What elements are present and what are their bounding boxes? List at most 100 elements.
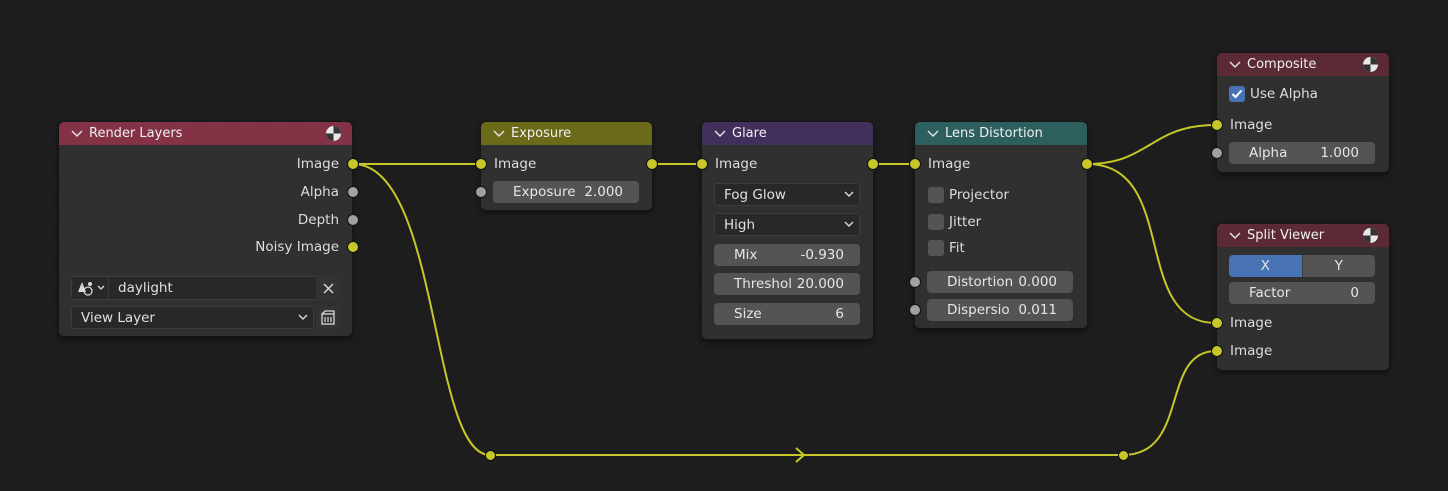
- view-layer-dropdown[interactable]: View Layer: [71, 306, 314, 329]
- scene-selector[interactable]: daylight: [71, 276, 340, 300]
- link-render-reroute: [352, 163, 491, 456]
- composite-node[interactable]: Composite Use Alpha Image Alpha 1.000: [1217, 53, 1389, 172]
- scene-name[interactable]: daylight: [118, 278, 173, 298]
- threshold-value: 20.000: [796, 276, 844, 292]
- alpha-value: 1.000: [1320, 145, 1359, 161]
- glare-quality-value: High: [724, 216, 756, 233]
- view-layer-name: View Layer: [81, 309, 155, 326]
- link-direction-arrow: [795, 447, 806, 463]
- split-viewer-node[interactable]: Split Viewer X Y Factor 0 Image Image: [1217, 224, 1389, 370]
- node-title: Glare: [732, 126, 767, 141]
- chevron-down-icon: [298, 314, 308, 320]
- dispersion-field[interactable]: Dispersio 0.011: [927, 299, 1073, 321]
- input-image-2-label: Image: [1230, 343, 1273, 359]
- alpha-label: Alpha: [1249, 145, 1288, 161]
- input-image-label: Image: [1230, 117, 1273, 133]
- split-viewer-header[interactable]: Split Viewer: [1217, 224, 1389, 247]
- input-image-1-label: Image: [1230, 315, 1273, 331]
- output-depth-label: Depth: [297, 212, 339, 228]
- mix-field[interactable]: Mix -0.930: [714, 244, 860, 266]
- glare-node[interactable]: Glare Image Fog Glow High Mix -0.930 Thr…: [702, 122, 873, 339]
- output-node-icon: [1363, 228, 1378, 243]
- chevron-down-icon[interactable]: [714, 129, 728, 138]
- chevron-down-icon[interactable]: [927, 129, 941, 138]
- lens-image-in-socket[interactable]: [910, 159, 920, 169]
- lens-dispersion-socket[interactable]: [910, 305, 920, 315]
- glare-image-out-socket[interactable]: [868, 159, 878, 169]
- output-node-icon: [326, 126, 341, 141]
- jitter-checkbox[interactable]: [928, 214, 944, 230]
- exposure-value: 2.000: [584, 184, 623, 200]
- output-node-icon: [1363, 57, 1378, 72]
- output-image-label: Image: [296, 156, 339, 172]
- size-value: 6: [835, 306, 844, 322]
- size-field[interactable]: Size 6: [714, 303, 860, 325]
- dispersion-label: Dispersio: [947, 302, 1010, 318]
- render-layers-node[interactable]: Render Layers Image Alpha Depth Noisy Im…: [59, 122, 352, 336]
- exposure-header[interactable]: Exposure: [481, 122, 652, 145]
- reroute-point-right[interactable]: [1119, 451, 1128, 460]
- glare-type-dropdown[interactable]: Fog Glow: [714, 183, 860, 206]
- link-lens-viewer: [1086, 163, 1217, 324]
- lens-image-out-socket[interactable]: [1082, 159, 1092, 169]
- chevron-down-icon: [844, 191, 854, 197]
- mix-label: Mix: [734, 247, 758, 263]
- render-layers-alpha-socket[interactable]: [348, 187, 358, 197]
- render-layers-header[interactable]: Render Layers: [59, 122, 352, 145]
- reroute-point-left[interactable]: [486, 451, 495, 460]
- lens-distortion-socket[interactable]: [910, 277, 920, 287]
- composite-header[interactable]: Composite: [1217, 53, 1389, 76]
- axis-y-button[interactable]: Y: [1301, 255, 1375, 277]
- exposure-image-in-socket[interactable]: [476, 159, 486, 169]
- projector-checkbox[interactable]: [928, 187, 944, 203]
- x-icon[interactable]: [316, 276, 340, 300]
- node-title: Composite: [1247, 57, 1317, 72]
- link-lens-composite: [1086, 124, 1217, 165]
- distortion-field[interactable]: Distortion 0.000: [927, 271, 1073, 293]
- fit-checkbox[interactable]: [928, 240, 944, 256]
- exposure-value-socket[interactable]: [476, 187, 486, 197]
- node-title: Render Layers: [89, 126, 183, 141]
- chevron-down-icon[interactable]: [71, 129, 85, 138]
- output-alpha-label: Alpha: [300, 184, 339, 200]
- axis-toggle[interactable]: X Y: [1229, 255, 1375, 277]
- render-layer-icon[interactable]: [316, 306, 340, 329]
- render-layers-depth-socket[interactable]: [348, 215, 358, 225]
- exposure-label: Exposure: [513, 184, 576, 200]
- split-viewer-image-1-socket[interactable]: [1212, 318, 1222, 328]
- exposure-field[interactable]: Exposure 2.000: [493, 181, 639, 203]
- glare-header[interactable]: Glare: [702, 122, 873, 145]
- chevron-down-icon[interactable]: [1229, 231, 1243, 240]
- size-label: Size: [734, 306, 762, 322]
- input-image-label: Image: [494, 156, 537, 172]
- factor-value: 0: [1350, 285, 1359, 301]
- glare-quality-dropdown[interactable]: High: [714, 213, 860, 236]
- exposure-image-out-socket[interactable]: [647, 159, 657, 169]
- composite-image-socket[interactable]: [1212, 120, 1222, 130]
- node-title: Exposure: [511, 126, 572, 141]
- threshold-field[interactable]: Threshol 20.000: [714, 273, 860, 295]
- mix-value: -0.930: [800, 247, 844, 263]
- distortion-label: Distortion: [947, 274, 1014, 290]
- alpha-field[interactable]: Alpha 1.000: [1229, 142, 1375, 164]
- link-reroute-viewer: [1122, 350, 1217, 456]
- use-alpha-checkbox[interactable]: [1229, 86, 1245, 102]
- exposure-node[interactable]: Exposure Image Exposure 2.000: [481, 122, 652, 210]
- render-layers-noisy-image-socket[interactable]: [348, 242, 358, 252]
- factor-label: Factor: [1249, 285, 1291, 301]
- lens-distortion-node[interactable]: Lens Distortion Image Projector Jitter F…: [915, 122, 1087, 328]
- lens-distortion-header[interactable]: Lens Distortion: [915, 122, 1087, 145]
- composite-alpha-socket[interactable]: [1212, 148, 1222, 158]
- fit-label: Fit: [949, 240, 965, 256]
- render-layers-image-socket[interactable]: [348, 159, 358, 169]
- input-image-label: Image: [715, 156, 758, 172]
- chevron-down-icon[interactable]: [1229, 60, 1243, 69]
- chevron-down-icon[interactable]: [493, 129, 507, 138]
- scene-browse-icon[interactable]: [75, 279, 107, 297]
- glare-image-in-socket[interactable]: [697, 159, 707, 169]
- factor-field[interactable]: Factor 0: [1229, 282, 1375, 304]
- output-noisy-image-label: Noisy Image: [255, 239, 339, 255]
- split-viewer-image-2-socket[interactable]: [1212, 346, 1222, 356]
- axis-x-button[interactable]: X: [1229, 255, 1302, 277]
- threshold-label: Threshol: [734, 276, 792, 292]
